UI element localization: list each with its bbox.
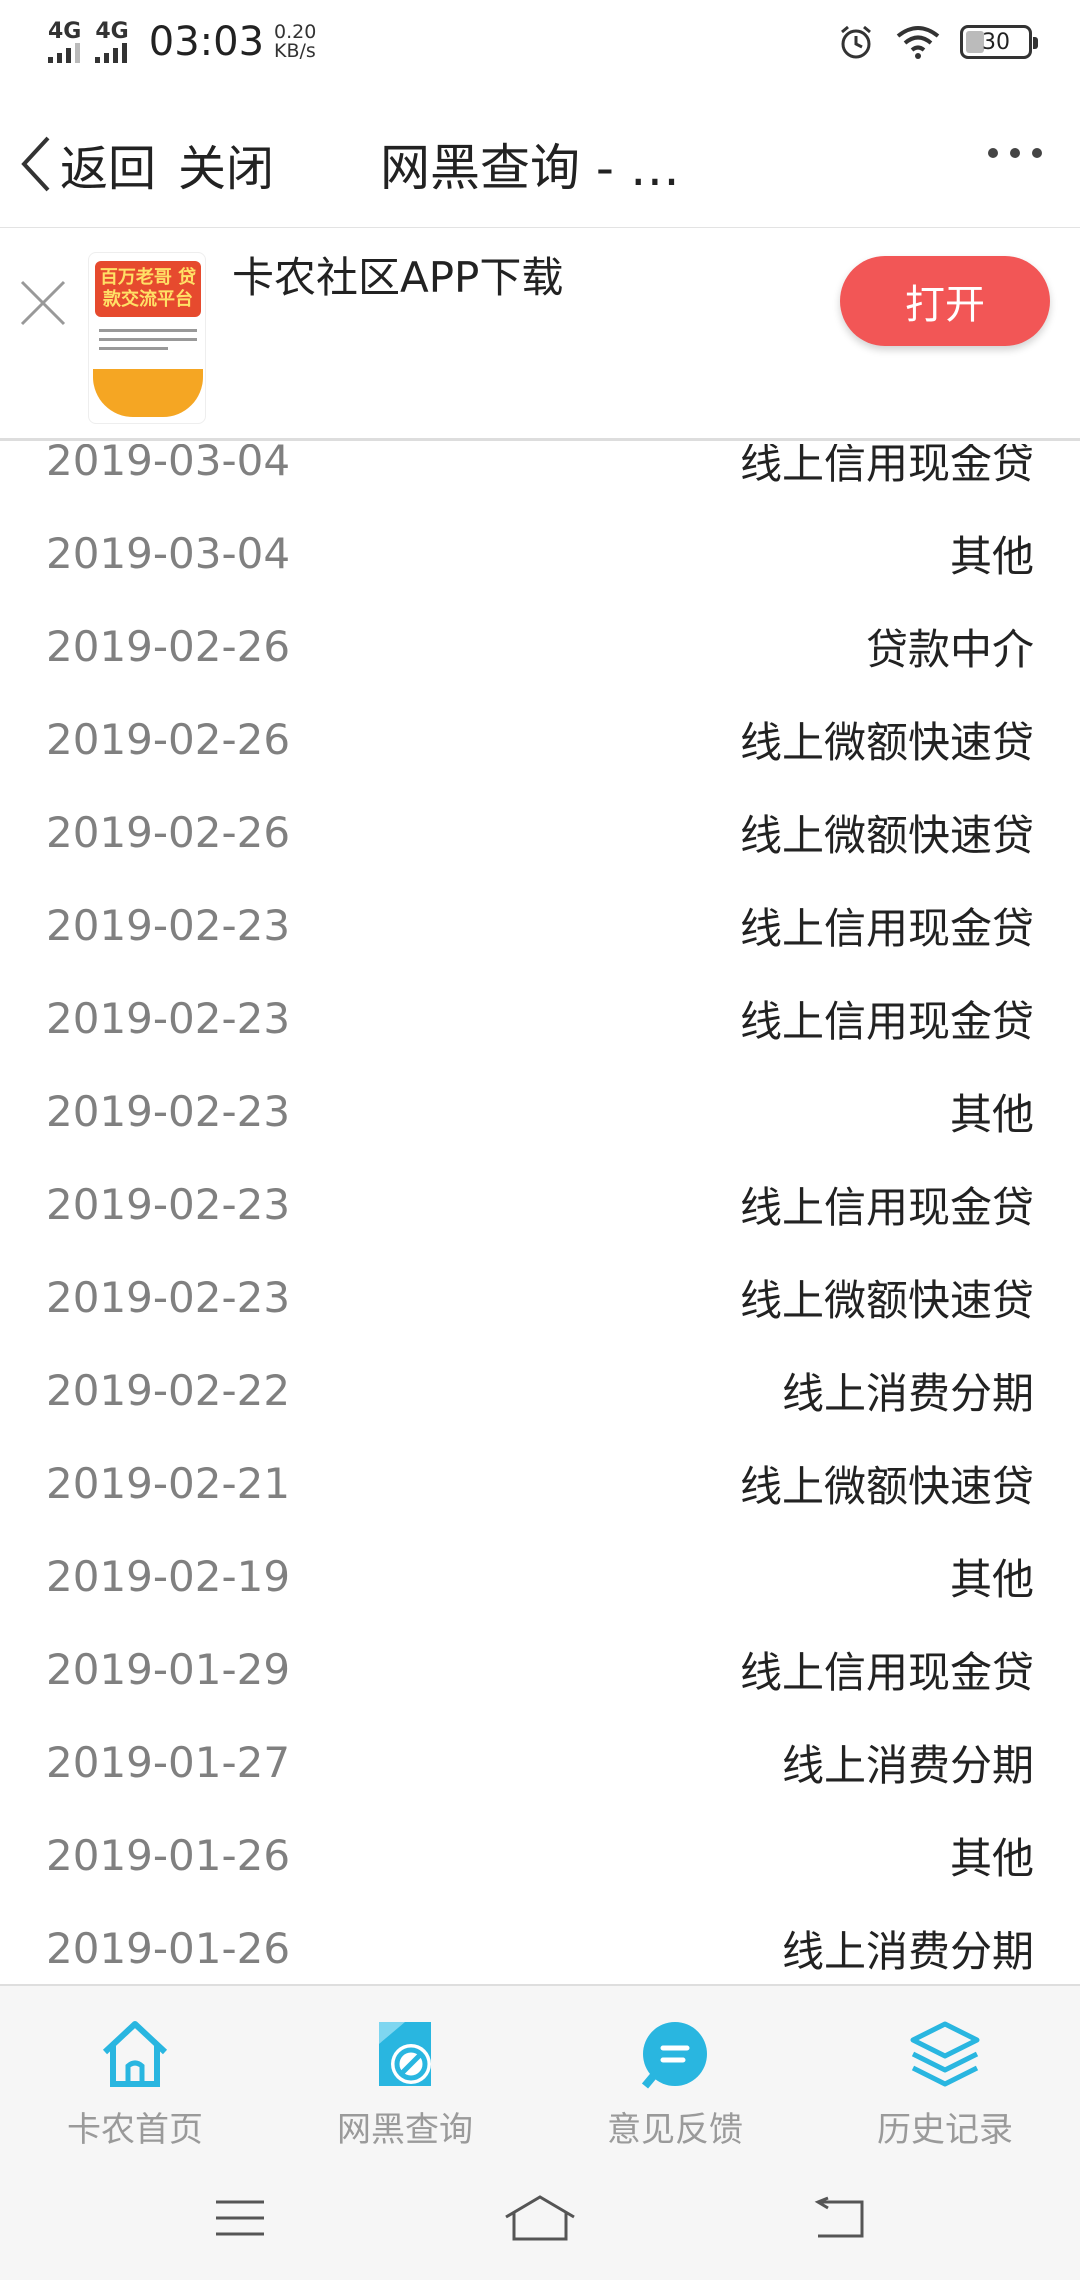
record-date: 2019-01-26 [46, 1831, 291, 1880]
close-icon[interactable] [18, 278, 68, 328]
record-type: 线上信用现金贷 [739, 904, 1034, 953]
app-logo-badge: 百万老哥 贷款交流平台 [95, 261, 201, 317]
home-icon [102, 2021, 168, 2087]
home-outline-icon[interactable] [500, 2188, 580, 2248]
menu-icon[interactable] [200, 2188, 280, 2248]
app-logo: 百万老哥 贷款交流平台 [88, 252, 206, 424]
network-type-label: 4G [95, 19, 129, 44]
record-row: 2019-02-23 线上信用现金贷 [0, 972, 1080, 1065]
record-date: 2019-02-23 [46, 1087, 291, 1136]
record-date: 2019-02-23 [46, 994, 291, 1043]
more-dots-icon[interactable] [988, 148, 1042, 158]
record-row: 2019-01-26 线上消费分期 [0, 1902, 1080, 1984]
tab-blacklist-query-label: 网黑查询 [337, 2110, 473, 2150]
app-logo-illustration [93, 369, 203, 417]
chevron-left-icon [21, 136, 50, 191]
bottom-tab-bar: 卡农首页 网黑查询 意见反馈 历史记录 [0, 1984, 1080, 2156]
record-date: 2019-02-21 [46, 1459, 291, 1508]
back-icon[interactable] [800, 2188, 880, 2248]
tab-blacklist-query[interactable]: 网黑查询 [270, 1986, 540, 2156]
signal-bars-icon [95, 43, 128, 63]
record-list: 2019-03-04 线上信用现金贷 2019-03-04 其他 2019-02-26 贷… [0, 444, 1080, 1984]
record-list-viewport[interactable]: 2019-03-04 线上信用现金贷 2019-03-04 其他 2019-02-26 贷… [0, 444, 1080, 1984]
network-speed: 0.20 KB/s [274, 23, 316, 61]
record-type: 线上微额快速贷 [739, 1276, 1034, 1325]
record-type: 线上微额快速贷 [739, 1462, 1034, 1511]
record-row: 2019-02-26 贷款中介 [0, 600, 1080, 693]
record-type: 线上消费分期 [781, 1741, 1034, 1790]
record-date: 2019-02-26 [46, 622, 291, 671]
open-app-button[interactable]: 打开 [840, 256, 1050, 346]
alarm-icon [841, 25, 871, 59]
record-type: 贷款中介 [865, 625, 1034, 674]
network-type-label: 4G [48, 19, 82, 44]
tab-home-label: 卡农首页 [67, 2110, 203, 2150]
tab-feedback[interactable]: 意见反馈 [540, 1986, 810, 2156]
app-logo-text-lines [99, 329, 197, 356]
record-date: 2019-02-26 [46, 715, 291, 764]
record-date: 2019-01-26 [46, 1924, 291, 1973]
record-row: 2019-02-23 其他 [0, 1065, 1080, 1158]
system-navigation-bar [0, 2156, 1080, 2280]
record-date: 2019-02-26 [46, 808, 291, 857]
banner-title: 卡农社区APP下载 [232, 253, 564, 302]
record-type: 线上微额快速贷 [739, 718, 1034, 767]
back-label: 返回 [60, 140, 157, 197]
signal-bars-icon [48, 43, 80, 63]
blacklist-query-icon [379, 2022, 431, 2086]
close-page-button[interactable]: 关闭 [178, 129, 274, 199]
record-type: 线上信用现金贷 [739, 997, 1034, 1046]
record-row: 2019-01-27 线上消费分期 [0, 1716, 1080, 1809]
record-row: 2019-01-29 线上信用现金贷 [0, 1623, 1080, 1716]
tab-feedback-label: 意见反馈 [607, 2110, 743, 2150]
navigation-bar: 返回 关闭 网黑查询 - … [0, 100, 1080, 228]
network-speed-unit: KB/s [274, 40, 316, 62]
record-date: 2019-01-29 [46, 1645, 291, 1694]
record-row: 2019-03-04 线上信用现金贷 [0, 444, 1080, 507]
record-row: 2019-03-04 其他 [0, 507, 1080, 600]
status-bar: 4G 4G 03:03 0.20 KB/s 30 [0, 0, 1080, 84]
signal-indicator-2: 4G [95, 19, 129, 63]
record-date: 2019-02-23 [46, 1180, 291, 1229]
record-row: 2019-02-26 线上微额快速贷 [0, 786, 1080, 879]
record-date: 2019-03-04 [46, 529, 291, 578]
record-date: 2019-02-23 [46, 1273, 291, 1322]
record-type: 其他 [949, 1834, 1034, 1883]
record-row: 2019-02-23 线上微额快速贷 [0, 1251, 1080, 1344]
record-date: 2019-02-22 [46, 1366, 291, 1415]
record-date: 2019-02-19 [46, 1552, 291, 1601]
record-type: 线上信用现金贷 [739, 444, 1034, 488]
record-type: 其他 [949, 1090, 1034, 1139]
record-row: 2019-02-23 线上信用现金贷 [0, 1158, 1080, 1251]
record-type: 其他 [949, 1555, 1034, 1604]
record-row: 2019-02-19 其他 [0, 1530, 1080, 1623]
record-type: 线上消费分期 [781, 1927, 1034, 1976]
battery-icon: 30 [960, 25, 1038, 59]
back-button[interactable]: 返回 [18, 129, 156, 199]
record-row: 2019-02-26 线上微额快速贷 [0, 693, 1080, 786]
wifi-icon [896, 26, 940, 59]
record-type: 线上信用现金贷 [739, 1648, 1034, 1697]
tab-history-label: 历史记录 [877, 2110, 1013, 2150]
record-row: 2019-02-23 线上信用现金贷 [0, 879, 1080, 972]
record-type: 线上消费分期 [781, 1369, 1034, 1418]
tab-home[interactable]: 卡农首页 [0, 1986, 270, 2156]
tab-history[interactable]: 历史记录 [810, 1986, 1080, 2156]
clock: 03:03 [148, 19, 265, 65]
battery-level: 30 [982, 29, 1010, 55]
record-type: 线上信用现金贷 [739, 1183, 1034, 1232]
feedback-icon [641, 2022, 707, 2089]
signal-indicator-1: 4G [48, 21, 81, 63]
record-row: 2019-01-26 其他 [0, 1809, 1080, 1902]
record-type: 其他 [949, 532, 1034, 581]
record-row: 2019-02-22 线上消费分期 [0, 1344, 1080, 1437]
record-date: 2019-02-23 [46, 901, 291, 950]
record-date: 2019-03-04 [46, 444, 291, 485]
record-row: 2019-02-21 线上微额快速贷 [0, 1437, 1080, 1530]
record-date: 2019-01-27 [46, 1738, 291, 1787]
page-title: 网黑查询 - … [380, 138, 680, 197]
layers-history-icon [910, 2021, 980, 2087]
record-type: 线上微额快速贷 [739, 811, 1034, 860]
